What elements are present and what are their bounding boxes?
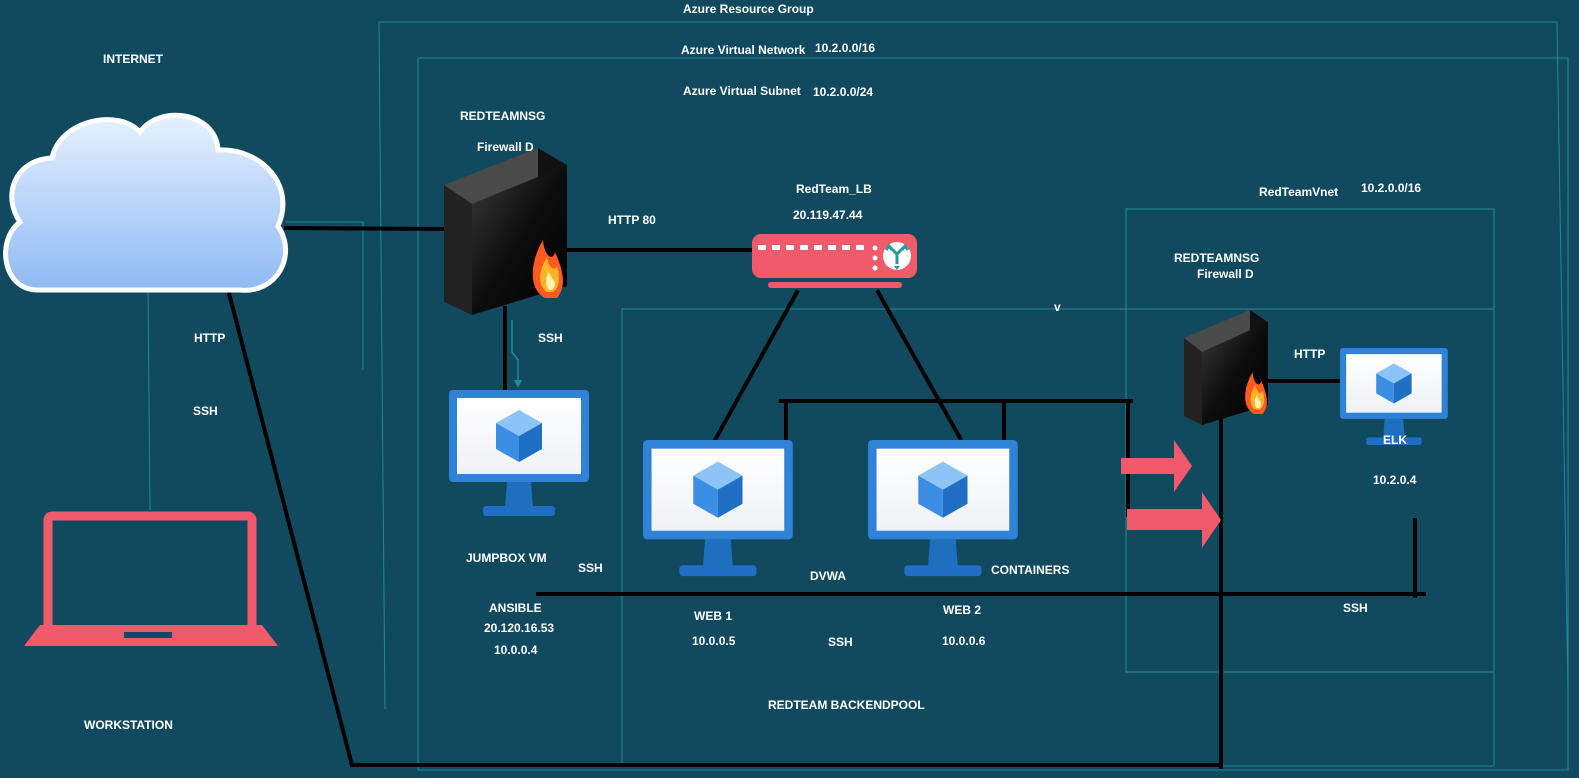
- web1-ip: 10.0.0.5: [692, 634, 736, 648]
- virtual-network-label: Azure Virtual Network: [681, 43, 806, 57]
- virtual-machine-icon-web2: [868, 440, 1018, 577]
- internet-label: INTERNET: [103, 52, 163, 66]
- nsg2-title: REDTEAMNSG: [1174, 251, 1260, 265]
- virtual-machine-icon-web1: [643, 440, 793, 577]
- elk-ssh-label: SSH: [1343, 601, 1368, 615]
- left-ssh-label: SSH: [193, 404, 218, 418]
- virtual-network-cidr: 10.2.0.0/16: [815, 41, 876, 55]
- web1-label: WEB 1: [694, 609, 733, 623]
- jumpbox-name: JUMPBOX VM: [466, 551, 547, 565]
- nsg2-firewall-label: Firewall D: [1197, 267, 1254, 281]
- ansible-public-ip: 20.120.16.53: [484, 621, 555, 635]
- containers-label: CONTAINERS: [991, 563, 1070, 577]
- redteam-vnet-boundary: [1125, 208, 1495, 673]
- ssh-connector: [511, 320, 522, 388]
- nsg-firewall-label: Firewall D: [477, 140, 534, 154]
- nsg-title: REDTEAMNSG: [460, 109, 546, 123]
- firewall-icon: [444, 148, 567, 315]
- web2-label: WEB 2: [943, 603, 982, 617]
- redteam-vnet-name: RedTeamVnet: [1259, 185, 1339, 199]
- ansible-label: ANSIBLE: [489, 601, 542, 615]
- virtual-subnet-cidr: 10.2.0.0/24: [813, 85, 874, 99]
- jumpbox-ssh-label: SSH: [538, 331, 563, 345]
- web2-ip: 10.0.0.6: [942, 634, 986, 648]
- load-balancer-icon: [752, 234, 917, 288]
- virtual-subnet-label: Azure Virtual Subnet: [683, 84, 801, 98]
- workstation-label: WORKSTATION: [84, 718, 173, 732]
- load-balancer-ip: 20.119.47.44: [793, 208, 863, 222]
- firewall-2-icon: [1184, 310, 1268, 425]
- redteam-vnet-cidr: 10.2.0.0/16: [1361, 181, 1422, 195]
- v-marker: v: [1054, 300, 1061, 314]
- dvwa-label: DVWA: [810, 569, 846, 583]
- virtual-machine-icon-elk: [1340, 348, 1448, 446]
- elk-http-label: HTTP: [1294, 347, 1326, 361]
- elk-ip: 10.2.0.4: [1373, 473, 1417, 487]
- laptop-icon: [24, 511, 278, 646]
- elk-name: ELK: [1383, 433, 1407, 447]
- cloud-icon: [3, 112, 289, 293]
- network-diagram: [3, 21, 1569, 771]
- jumpbox-ssh-right-label: SSH: [578, 561, 603, 575]
- load-balancer-name: RedTeam_LB: [796, 182, 872, 196]
- virtual-machine-icon-jumpbox: [449, 390, 589, 516]
- ansible-private-ip: 10.0.0.4: [494, 643, 538, 657]
- backend-ssh-label: SSH: [828, 635, 853, 649]
- http-80-label: HTTP 80: [608, 213, 656, 227]
- arrow-right-icon: [1121, 440, 1221, 548]
- resource-group-label: Azure Resource Group: [683, 2, 814, 16]
- left-http-label: HTTP: [194, 331, 226, 345]
- backend-pool-label: REDTEAM BACKENDPOOL: [768, 698, 925, 712]
